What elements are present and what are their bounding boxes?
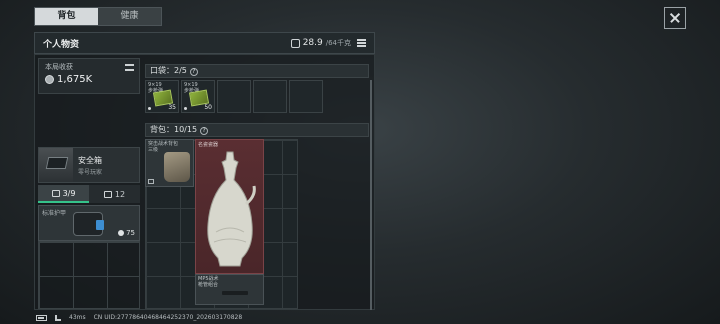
item-dot-icon	[148, 107, 151, 110]
earnings-value: 1,675K	[57, 74, 93, 85]
tab-container-tag-label: 12	[114, 189, 126, 199]
uid-text: CN UID:27778640468464252370_202603170828	[93, 314, 243, 321]
weight-indicator: 28.9 /64千克	[290, 38, 351, 48]
item-dot-icon	[184, 107, 187, 110]
status-bar: 43ms CN UID:27778640468464252370_2026031…	[36, 314, 242, 321]
ammo-count: 50	[204, 104, 212, 111]
menu-icon[interactable]	[125, 64, 134, 71]
pocket-slot-ammo-1[interactable]: 9×19 步枪弹 35	[145, 80, 179, 113]
safe-box-slot[interactable]: 安全箱 零号玩家	[38, 147, 140, 183]
tab-health[interactable]: 健康	[98, 8, 161, 25]
pocket-slot-ammo-2[interactable]: 9×19 步枪弹 50	[181, 80, 215, 113]
tab-container-tag[interactable]: 12	[89, 185, 140, 203]
backpack-item-rifle[interactable]: MP5战术 枪管组合	[195, 274, 264, 305]
durability-icon	[118, 230, 125, 236]
weight-value: 28.9	[302, 38, 323, 48]
safe-box-text: 安全箱 零号玩家	[73, 155, 102, 176]
item-corner-icon	[148, 179, 154, 184]
armor-durability-value: 75	[126, 229, 135, 237]
armor-icon	[73, 212, 104, 236]
vase-icon	[207, 151, 256, 267]
item-label: MP5战术 枪管组合	[198, 276, 219, 288]
pocket-slot-empty[interactable]	[217, 80, 251, 113]
armor-durability: 75	[118, 229, 135, 237]
pocket-header: 口袋：2/5?	[145, 64, 369, 78]
scrollbar[interactable]	[370, 80, 372, 310]
ammo-count: 35	[168, 104, 176, 111]
backpack-item-tool[interactable]: 突击战术背包 三级	[145, 139, 194, 187]
briefcase-icon	[51, 189, 60, 197]
top-tab-bar: 背包 健康	[34, 7, 162, 26]
backpack-icon	[164, 152, 190, 182]
tab-container-vest-label: 3/9	[62, 188, 76, 198]
tag-icon	[103, 190, 112, 198]
pocket-slot-empty[interactable]	[253, 80, 287, 113]
battery-icon	[36, 314, 47, 321]
safe-box-subtitle: 零号玩家	[78, 168, 103, 176]
container-tabs: 3/9 12	[38, 185, 140, 203]
rifle-icon	[222, 291, 248, 295]
armor-label: 标准护甲	[42, 210, 67, 217]
pocket-label: 口袋：2/5	[150, 66, 187, 75]
list-icon[interactable]	[357, 39, 366, 47]
armor-slot[interactable]: 标准护甲 75	[38, 205, 140, 241]
earnings-value-row: 1,675K	[45, 74, 133, 85]
inventory-header: 个人物资 28.9 /64千克	[34, 32, 375, 54]
tab-container-vest[interactable]: 3/9	[38, 185, 89, 203]
page-title: 个人物资	[43, 39, 80, 50]
earnings-label: 本局收获	[45, 63, 73, 71]
backpack-item-vase[interactable]: 名瓷瓷器	[195, 139, 264, 274]
earnings-card: 本局收获 1,675K	[38, 58, 140, 94]
safe-box-icon	[39, 148, 73, 182]
weight-capacity: /64千克	[325, 39, 351, 47]
close-icon[interactable]	[664, 7, 686, 29]
signal-icon	[55, 314, 61, 321]
coin-icon	[45, 75, 54, 84]
ping-value: 43ms	[69, 314, 86, 321]
tab-backpack[interactable]: 背包	[35, 8, 98, 25]
help-icon[interactable]: ?	[189, 68, 198, 76]
help-icon[interactable]: ?	[200, 127, 209, 135]
vest-grid[interactable]	[38, 241, 140, 309]
backpack-header: 背包：10/15?	[145, 123, 369, 137]
weight-icon	[290, 38, 300, 48]
safe-box-name: 安全箱	[78, 155, 102, 165]
pocket-slot-empty[interactable]	[289, 80, 323, 113]
backpack-label: 背包：10/15	[150, 125, 198, 134]
